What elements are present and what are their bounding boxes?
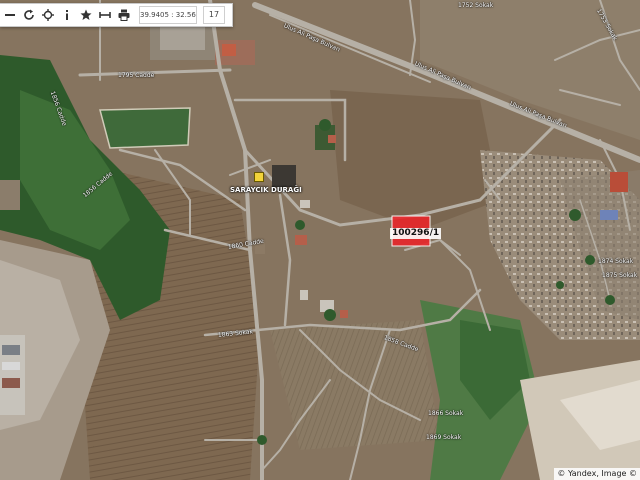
- map-attribution[interactable]: © Yandex, Image ©: [554, 468, 640, 480]
- zoom-level[interactable]: 17: [203, 6, 225, 24]
- street-label: 1866 Sokak: [428, 410, 464, 417]
- minus-icon: [4, 14, 15, 16]
- locate-button[interactable]: [38, 5, 57, 25]
- street-label: 1874 Sokak: [598, 258, 634, 265]
- zoom-out-button[interactable]: [0, 5, 19, 25]
- measure-icon: [98, 12, 111, 18]
- coordinates-readout[interactable]: 39.9405 : 32.5635: [139, 6, 197, 24]
- street-label: 1869 Sokak: [426, 434, 462, 441]
- parcel-label[interactable]: 100296/1: [390, 228, 442, 239]
- satellite-map[interactable]: [0, 0, 640, 480]
- info-button[interactable]: [57, 5, 76, 25]
- refresh-icon: [23, 9, 34, 20]
- street-label: 1752 Sokak: [458, 2, 494, 9]
- street-label: 1795 Cadde: [118, 72, 155, 79]
- print-icon: [118, 9, 129, 21]
- map-toolbar: 39.9405 : 32.5635 17: [0, 3, 233, 27]
- favorite-button[interactable]: [76, 5, 95, 25]
- print-button[interactable]: [114, 5, 133, 25]
- target-icon: [41, 9, 54, 21]
- bus-stop-icon[interactable]: [254, 172, 264, 182]
- bus-stop-label: SARAYCIK DURAĞI: [230, 186, 302, 194]
- info-icon: [65, 10, 68, 20]
- street-label: 1875 Sokak: [602, 272, 638, 279]
- measure-button[interactable]: [95, 5, 114, 25]
- refresh-button[interactable]: [19, 5, 38, 25]
- star-icon: [80, 9, 91, 20]
